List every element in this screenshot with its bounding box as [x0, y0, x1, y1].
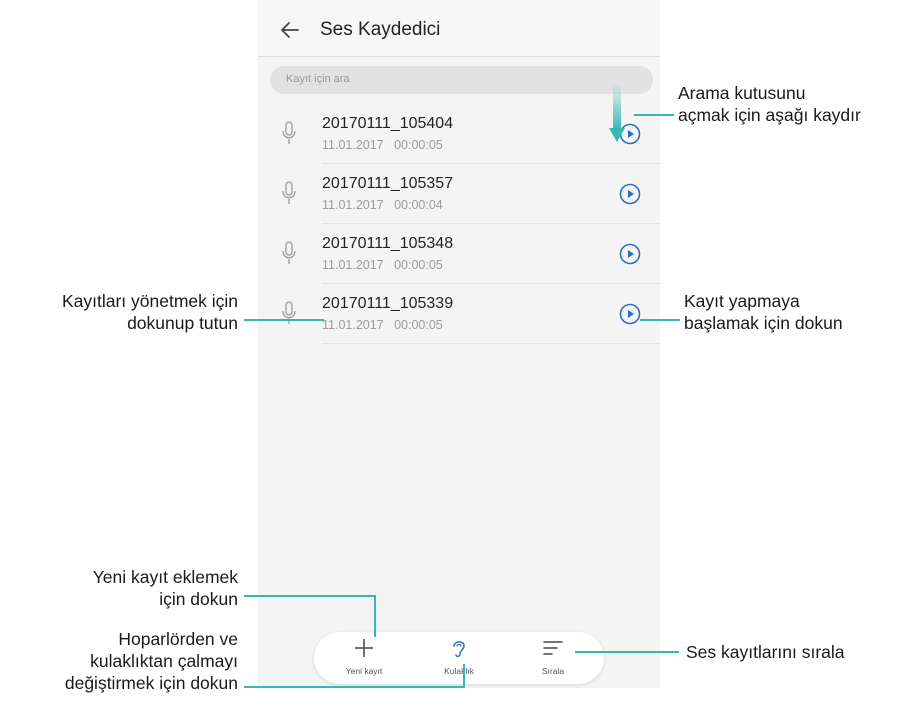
sort-icon	[543, 641, 563, 655]
microphone-icon	[282, 121, 296, 144]
app-title: Ses Kaydedici	[320, 19, 441, 40]
callout-play: Kayıt yapmaya başlamak için dokun	[684, 290, 843, 334]
callout-line: Kayıtları yönetmek için	[61, 291, 238, 311]
recording-row[interactable]: 20170111_105357 11.01.2017 00:00:04	[258, 164, 660, 224]
recording-date: 11.01.2017	[322, 318, 384, 332]
bottom-toolbar: Yeni kayıt Kulaklık Sırala	[314, 632, 604, 684]
recording-duration: 00:00:05	[394, 138, 443, 152]
callout-line: kulaklıktan çalmayı	[90, 651, 238, 671]
recording-name: 20170111_105357	[322, 175, 454, 192]
leader-line	[244, 319, 324, 321]
recording-duration: 00:00:04	[394, 198, 443, 212]
new-recording-button[interactable]: Yeni kayıt	[329, 632, 399, 684]
callout-line: Kayıt yapmaya	[684, 291, 800, 311]
callout-line: için dokun	[159, 589, 238, 609]
sort-label: Sırala	[541, 666, 565, 676]
leader-line	[244, 686, 465, 688]
search-placeholder: Kayıt için ara	[286, 73, 350, 85]
pull-down-arrow-icon	[609, 86, 625, 142]
callout-add: Yeni kayıt eklemek için dokun	[0, 566, 238, 610]
play-circle-icon[interactable]	[619, 243, 641, 265]
recording-name: 20170111_105404	[322, 115, 454, 132]
recording-row[interactable]: 20170111_105348 11.01.2017 00:00:05	[258, 224, 660, 284]
new-recording-label: Yeni kayıt	[345, 666, 383, 676]
leader-line	[634, 114, 674, 116]
callout-line: Arama kutusunu	[678, 83, 806, 103]
ear-icon	[453, 641, 465, 658]
app-bar: Ses Kaydedici	[258, 0, 660, 57]
plus-icon	[355, 639, 373, 657]
earpiece-label: Kulaklık	[444, 666, 474, 676]
recording-meta: 11.01.2017 00:00:05	[322, 138, 443, 152]
recording-date: 11.01.2017	[322, 198, 384, 212]
recording-meta: 11.01.2017 00:00:05	[322, 258, 443, 272]
recording-duration: 00:00:05	[394, 258, 443, 272]
callout-line: Yeni kayıt eklemek	[92, 567, 238, 587]
recording-date: 11.01.2017	[322, 258, 384, 272]
callout-line: Ses kayıtlarını sırala	[686, 642, 845, 662]
microphone-icon	[282, 241, 296, 264]
earpiece-toggle-button[interactable]: Kulaklık	[424, 632, 494, 684]
recording-name: 20170111_105339	[322, 295, 454, 312]
callout-pull-down: Arama kutusunu açmak için aşağı kaydır	[678, 82, 861, 126]
callout-line: açmak için aşağı kaydır	[678, 105, 861, 125]
callout-sort: Ses kayıtlarını sırala	[686, 641, 845, 663]
leader-line	[463, 664, 465, 688]
callout-toggle: Hoparlörden ve kulaklıktan çalmayı değiş…	[0, 628, 238, 694]
recording-name: 20170111_105348	[322, 235, 454, 252]
leader-line	[575, 651, 679, 653]
leader-line	[374, 595, 376, 637]
recording-row[interactable]: 20170111_105404 11.01.2017 00:00:05	[258, 104, 660, 164]
callout-manage: Kayıtları yönetmek için dokunup tutun	[0, 290, 238, 334]
callout-line: Hoparlörden ve	[118, 629, 238, 649]
leader-line	[640, 319, 680, 321]
recording-row[interactable]: 20170111_105339 11.01.2017 00:00:05	[258, 284, 660, 344]
recording-date: 11.01.2017	[322, 138, 384, 152]
sort-button[interactable]: Sırala	[518, 632, 588, 684]
phone-screen: Ses Kaydedici Kayıt için ara 20170111_10…	[258, 0, 660, 688]
play-circle-icon[interactable]	[619, 303, 641, 325]
microphone-icon	[282, 301, 296, 324]
play-circle-icon[interactable]	[619, 183, 641, 205]
callout-line: değiştirmek için dokun	[64, 673, 238, 693]
row-divider	[322, 343, 660, 344]
callout-line: başlamak için dokun	[684, 313, 843, 333]
callout-line: dokunup tutun	[127, 313, 238, 333]
recording-meta: 11.01.2017 00:00:05	[322, 318, 443, 332]
recording-duration: 00:00:05	[394, 318, 443, 332]
back-arrow-icon[interactable]	[280, 20, 300, 40]
recording-meta: 11.01.2017 00:00:04	[322, 198, 443, 212]
microphone-icon	[282, 181, 296, 204]
search-input[interactable]: Kayıt için ara	[270, 66, 653, 94]
leader-line	[244, 595, 376, 597]
